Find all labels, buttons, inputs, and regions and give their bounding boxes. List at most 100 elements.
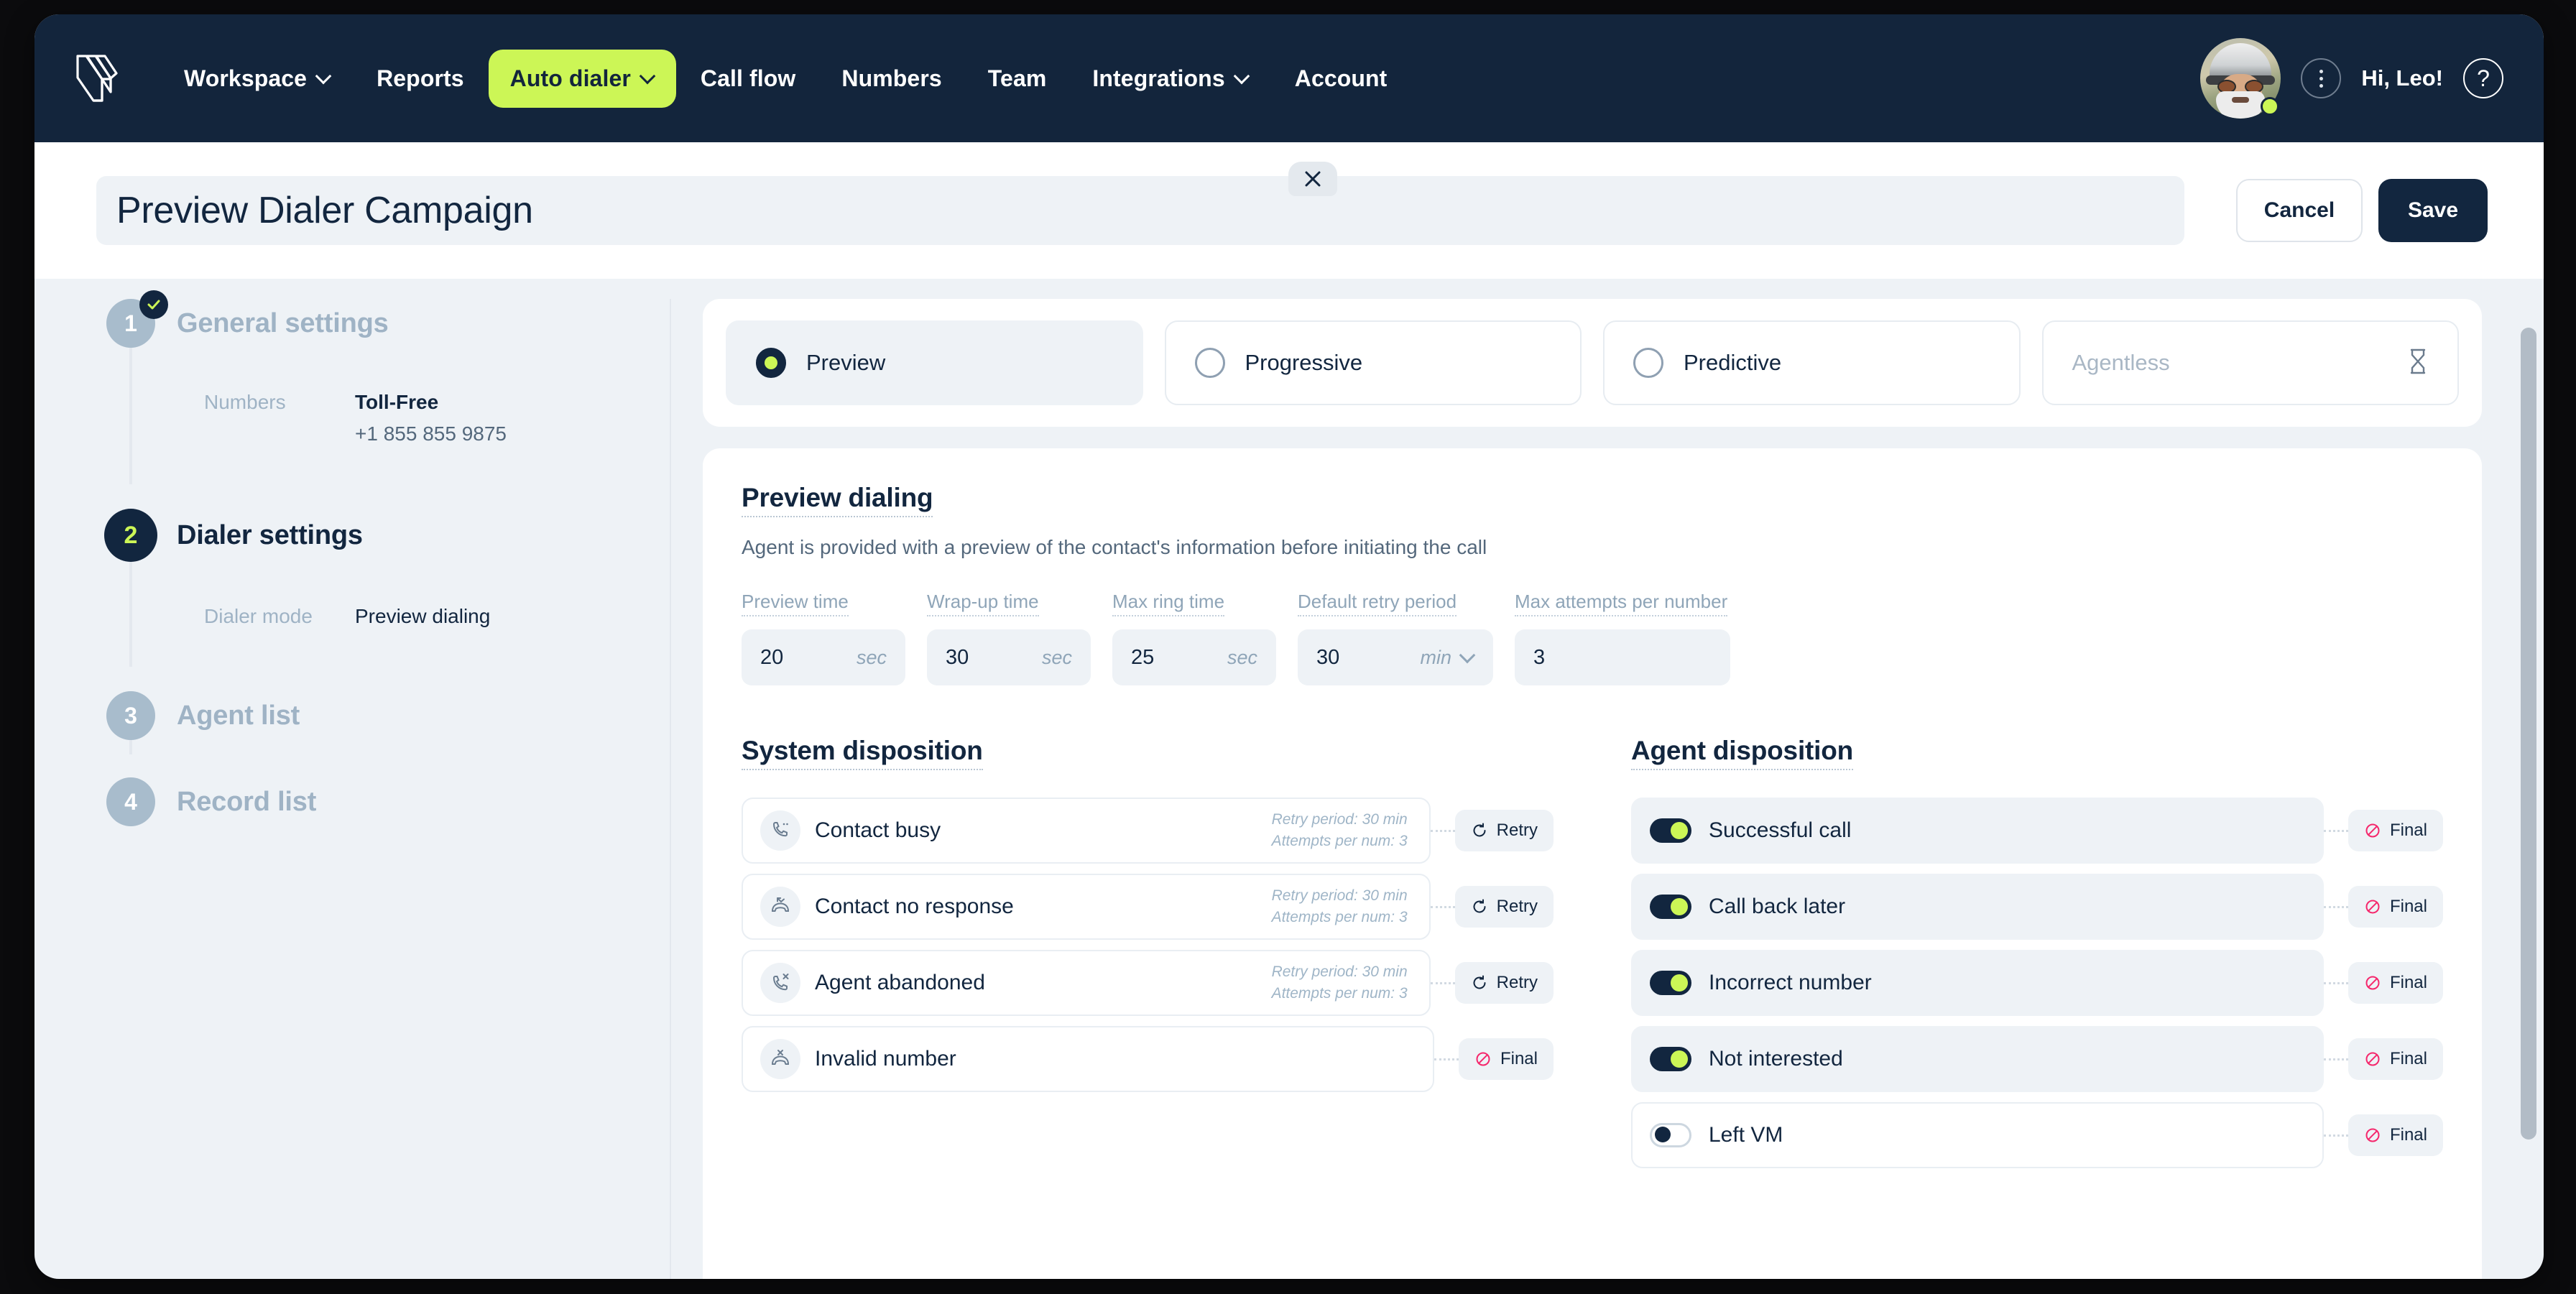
badge-label: Retry xyxy=(1496,973,1538,992)
list-item[interactable]: Successful call Final xyxy=(1631,798,2443,874)
retry-icon xyxy=(1471,898,1488,915)
nav-item-reports[interactable]: Reports xyxy=(355,50,486,108)
campaign-title-input[interactable]: Preview Dialer Campaign xyxy=(96,176,2184,245)
retry-icon xyxy=(1471,974,1488,992)
status-badge[interactable]: Retry xyxy=(1454,810,1554,851)
field-label: Max attempts per number xyxy=(1515,591,1728,616)
agent-disposition-column: Agent disposition Successful call Final … xyxy=(1631,736,2443,1178)
phone-busy-icon xyxy=(760,810,800,851)
nav-item-team[interactable]: Team xyxy=(966,50,1068,108)
step-summary-card: Dialer mode Preview dialing xyxy=(177,581,641,652)
nav-item-numbers[interactable]: Numbers xyxy=(820,50,963,108)
table-row[interactable]: Agent abandoned Retry period: 30 min Att… xyxy=(742,950,1554,1026)
toggle-successful-call[interactable] xyxy=(1650,818,1691,843)
toggle-left-vm[interactable] xyxy=(1650,1123,1691,1147)
status-badge[interactable]: Final xyxy=(1458,1038,1554,1080)
mode-option-progressive[interactable]: Progressive xyxy=(1164,320,1582,405)
status-badge[interactable]: Final xyxy=(2348,1114,2443,1156)
disposition-name: Agent abandoned xyxy=(815,971,985,994)
step-agent-list[interactable]: 3 Agent list xyxy=(96,691,641,754)
step-title: Agent list xyxy=(177,701,300,731)
chevron-down-icon xyxy=(640,69,655,83)
toggle-incorrect-number[interactable] xyxy=(1650,971,1691,995)
table-row[interactable]: Contact no response Retry period: 30 min… xyxy=(742,874,1554,950)
max-ring-time-input[interactable]: 25 sec xyxy=(1112,629,1276,685)
nav-label: Integrations xyxy=(1092,65,1225,91)
list-item[interactable]: Left VM Final xyxy=(1631,1102,2443,1178)
close-icon xyxy=(1305,171,1321,187)
status-badge[interactable]: Final xyxy=(2348,1038,2443,1080)
step-complete-check-icon xyxy=(139,290,168,319)
nav-items: Workspace Reports Auto dialer Call flow … xyxy=(162,49,1409,108)
wizard-stepper: 1 General settings Numbers Toll-Free +1 … xyxy=(96,290,671,1279)
more-options-button[interactable] xyxy=(2301,58,2342,98)
page-header: Preview Dialer Campaign Cancel Save xyxy=(34,142,2544,279)
table-row[interactable]: Contact busy Retry period: 30 min Attemp… xyxy=(742,798,1554,874)
nav-label: Reports xyxy=(377,65,464,91)
disposition-name: Contact no response xyxy=(815,895,1014,918)
disposition-name: Incorrect number xyxy=(1709,971,1872,994)
list-item[interactable]: Incorrect number Final xyxy=(1631,950,2443,1026)
app-logo-icon[interactable] xyxy=(65,47,125,109)
badge-label: Final xyxy=(1500,1049,1538,1068)
connector-line xyxy=(2323,1058,2348,1060)
disposition-name: Contact busy xyxy=(815,818,941,842)
field-value: 25 xyxy=(1131,645,1155,669)
badge-label: Final xyxy=(2389,1049,2427,1068)
cancel-button[interactable]: Cancel xyxy=(2236,179,2363,242)
status-badge[interactable]: Retry xyxy=(1454,962,1554,1004)
table-row[interactable]: Invalid number Final xyxy=(742,1026,1554,1102)
preview-time-input[interactable]: 20 sec xyxy=(742,629,905,685)
summary-value-main: Toll-Free xyxy=(355,391,439,413)
list-item[interactable]: Not interested Final xyxy=(1631,1026,2443,1102)
help-button[interactable]: ? xyxy=(2463,58,2503,98)
disposition-name: Successful call xyxy=(1709,818,1852,842)
status-badge[interactable]: Final xyxy=(2348,962,2443,1004)
step-record-list[interactable]: 4 Record list xyxy=(96,777,641,826)
meta-attempts: Attempts per num: 3 xyxy=(1271,985,1408,1002)
summary-label: Numbers xyxy=(204,391,286,413)
phone-x-icon xyxy=(760,963,800,1003)
scrollbar-thumb[interactable] xyxy=(2521,328,2536,1140)
max-attempts-input[interactable]: 3 xyxy=(1515,629,1730,685)
mode-option-predictive[interactable]: Predictive xyxy=(1603,320,2021,405)
settings-fields-row: Preview time 20 sec Wrap-up time 30 sec xyxy=(742,591,2443,685)
status-badge[interactable]: Final xyxy=(2348,886,2443,928)
nav-item-integrations[interactable]: Integrations xyxy=(1071,50,1270,108)
step-dialer-settings[interactable]: 2 Dialer settings Dialer mode Preview di… xyxy=(96,509,641,667)
field-label: Preview time xyxy=(742,591,849,616)
toggle-not-interested[interactable] xyxy=(1650,1047,1691,1071)
field-wrap-up-time: Wrap-up time 30 sec xyxy=(927,591,1091,685)
nav-item-account[interactable]: Account xyxy=(1273,50,1409,108)
scrollbar-track[interactable] xyxy=(2521,316,2536,1272)
avatar[interactable] xyxy=(2200,38,2281,119)
wrap-up-time-input[interactable]: 30 sec xyxy=(927,629,1091,685)
field-unit-dropdown[interactable]: min xyxy=(1420,647,1474,669)
status-badge[interactable]: Retry xyxy=(1454,886,1554,928)
nav-item-call-flow[interactable]: Call flow xyxy=(679,50,817,108)
connector-line xyxy=(2323,829,2348,832)
list-item[interactable]: Call back later Final xyxy=(1631,874,2443,950)
field-label: Default retry period xyxy=(1298,591,1457,616)
mode-option-preview[interactable]: Preview xyxy=(726,320,1143,405)
close-button[interactable] xyxy=(1288,162,1337,196)
nav-item-auto-dialer[interactable]: Auto dialer xyxy=(488,49,676,108)
summary-label: Dialer mode xyxy=(204,605,313,627)
final-icon xyxy=(2364,898,2381,915)
missed-call-icon xyxy=(760,887,800,927)
connector-line xyxy=(1430,829,1455,832)
system-disposition-column: System disposition Contact busy Retry pe… xyxy=(742,736,1554,1178)
meta-retry-period: Retry period: 30 min xyxy=(1271,810,1408,828)
nav-item-workspace[interactable]: Workspace xyxy=(162,50,352,108)
toggle-call-back-later[interactable] xyxy=(1650,895,1691,919)
status-badge[interactable]: Final xyxy=(2348,810,2443,851)
final-icon xyxy=(1474,1050,1492,1068)
badge-label: Final xyxy=(2389,821,2427,840)
step-title: General settings xyxy=(177,308,389,338)
step-general-settings[interactable]: 1 General settings Numbers Toll-Free +1 … xyxy=(96,290,641,484)
default-retry-period-input[interactable]: 30 min xyxy=(1298,629,1493,685)
save-button[interactable]: Save xyxy=(2378,179,2488,242)
greeting-text: Hi, Leo! xyxy=(2361,65,2443,91)
nav-label: Auto dialer xyxy=(509,65,631,91)
disposition-name: Call back later xyxy=(1709,895,1846,918)
